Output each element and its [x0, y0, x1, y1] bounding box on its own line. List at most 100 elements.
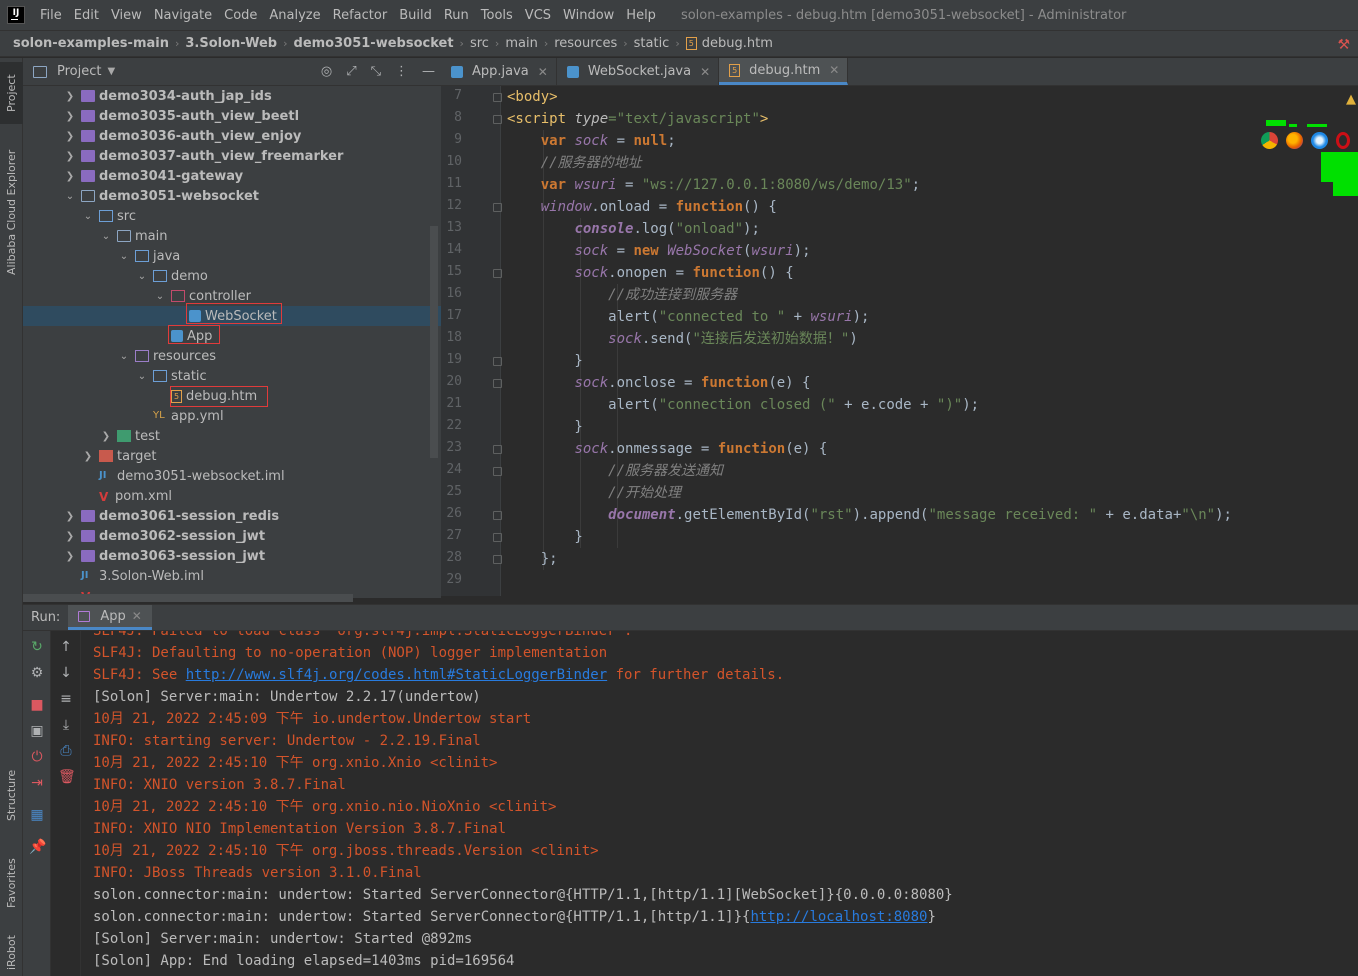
breadcrumb-item[interactable]: resources — [554, 36, 617, 51]
chevron-right-icon[interactable]: ❯ — [81, 451, 95, 462]
tree-node[interactable]: ⌄ main — [23, 226, 441, 246]
menu-file[interactable]: File — [35, 8, 67, 23]
console-link[interactable]: http://www.slf4j.org/codes.html#StaticLo… — [186, 667, 607, 683]
chevron-right-icon[interactable]: ❯ — [63, 131, 77, 142]
tab-websocket-java[interactable]: WebSocket.java ✕ — [557, 58, 720, 85]
tree-node[interactable]: ⌄ demo3051-websocket — [23, 186, 441, 206]
tool-tab-structure[interactable]: Structure — [0, 758, 23, 832]
close-icon[interactable]: ✕ — [132, 609, 142, 623]
fold-marker-icon[interactable] — [493, 533, 502, 542]
chevron-down-icon[interactable]: ⌄ — [117, 251, 131, 262]
breadcrumb-item[interactable]: demo3051-websocket — [294, 36, 454, 51]
warning-icon[interactable]: ▲ — [1346, 92, 1356, 107]
chevron-right-icon[interactable]: ❯ — [63, 531, 77, 542]
menu-run[interactable]: Run — [439, 8, 474, 23]
fold-marker-icon[interactable] — [493, 269, 502, 278]
tree-node[interactable]: Vpom.xml — [23, 486, 441, 506]
tool-tab-project[interactable]: Project — [0, 62, 23, 124]
fold-marker-icon[interactable] — [493, 555, 502, 564]
settings-gear-icon[interactable]: ⚙ — [29, 665, 45, 681]
fold-marker-icon[interactable] — [493, 511, 502, 520]
chevron-down-icon[interactable]: ⌄ — [135, 371, 149, 382]
tree-node[interactable]: ❯ demo3037-auth_view_freemarker — [23, 146, 441, 166]
print-icon[interactable]: ⎙ — [58, 743, 74, 759]
breadcrumb-item[interactable]: debug.htm — [702, 36, 773, 51]
pin-icon[interactable]: 📌 — [29, 839, 46, 855]
stop-icon[interactable]: ■ — [29, 697, 45, 713]
tree-node[interactable]: ❯ demo3061-session_redis — [23, 506, 441, 526]
chevron-right-icon[interactable]: ❯ — [63, 151, 77, 162]
chevron-right-icon[interactable]: ❯ — [63, 91, 77, 102]
breadcrumb-item[interactable]: main — [505, 36, 537, 51]
tab-debug-htm[interactable]: 5 debug.htm ✕ — [719, 58, 849, 85]
menu-analyze[interactable]: Analyze — [264, 8, 325, 23]
chevron-down-icon[interactable]: ⌄ — [117, 351, 131, 362]
tool-tab-favorites[interactable]: Favorites — [0, 846, 23, 920]
arrow-down-icon[interactable]: ↓ — [58, 665, 74, 681]
chevron-right-icon[interactable]: ❯ — [63, 551, 77, 562]
fold-marker-icon[interactable] — [493, 115, 502, 124]
fold-marker-icon[interactable] — [493, 93, 502, 102]
menu-help[interactable]: Help — [621, 8, 661, 23]
tree-node[interactable]: ❯ target — [23, 446, 441, 466]
fold-marker-icon[interactable] — [493, 445, 502, 454]
fold-marker-icon[interactable] — [493, 467, 502, 476]
chrome-icon[interactable] — [1261, 132, 1278, 149]
chevron-right-icon[interactable]: ❯ — [99, 431, 113, 442]
tree-node[interactable]: JI 3.Solon-Web.iml — [23, 566, 441, 586]
breadcrumb-item[interactable]: src — [470, 36, 489, 51]
tree-node[interactable]: ❯ demo3062-session_jwt — [23, 526, 441, 546]
locate-icon[interactable]: ◎ — [321, 64, 332, 79]
breadcrumb-item[interactable]: 3.Solon-Web — [185, 36, 277, 51]
layout-icon[interactable]: ▦ — [29, 807, 45, 823]
tree-node[interactable]: ⌄ static — [23, 366, 441, 386]
camera-icon[interactable]: ▣ — [29, 723, 45, 739]
menu-tools[interactable]: Tools — [476, 8, 518, 23]
menu-window[interactable]: Window — [558, 8, 619, 23]
project-tree-hscrollbar[interactable] — [23, 594, 353, 602]
menu-edit[interactable]: Edit — [69, 8, 104, 23]
run-tab-app[interactable]: App ✕ — [68, 605, 152, 630]
expand-all-icon[interactable]: ⤢ — [346, 64, 356, 79]
tool-tab-irobot[interactable]: iRobot — [0, 930, 23, 976]
firefox-icon[interactable] — [1286, 132, 1303, 149]
tree-node[interactable]: YL app.yml — [23, 406, 441, 426]
fold-marker-icon[interactable] — [493, 357, 502, 366]
tree-node[interactable]: ⌄ java — [23, 246, 441, 266]
breadcrumb-item[interactable]: solon-examples-main — [13, 36, 169, 51]
menu-navigate[interactable]: Navigate — [149, 8, 217, 23]
opera-icon[interactable] — [1336, 132, 1350, 149]
chevron-down-icon[interactable]: ⌄ — [135, 271, 149, 282]
close-icon[interactable]: ✕ — [829, 63, 839, 77]
arrow-up-icon[interactable]: ↑ — [58, 639, 74, 655]
menu-view[interactable]: View — [106, 8, 147, 23]
project-view-selector[interactable]: Project ▼ — [33, 64, 115, 79]
tree-node[interactable]: ⌄ demo — [23, 266, 441, 286]
menu-build[interactable]: Build — [394, 8, 437, 23]
tree-node[interactable]: ❯ test — [23, 426, 441, 446]
project-tree-scrollbar[interactable] — [430, 226, 438, 458]
rerun-icon[interactable]: ↻ — [29, 639, 45, 655]
fold-marker-icon[interactable] — [493, 379, 502, 388]
run-console[interactable]: SLF4J: Failed to load class "org.slf4j.i… — [81, 631, 1358, 976]
scroll-to-end-icon[interactable]: ⤓ — [58, 717, 74, 733]
chevron-down-icon[interactable]: ⌄ — [153, 291, 167, 302]
tree-node[interactable]: JI demo3051-websocket.iml — [23, 466, 441, 486]
collapse-all-icon[interactable]: ⤡ — [371, 64, 381, 79]
chevron-right-icon[interactable]: ❯ — [63, 111, 77, 122]
breadcrumb-item[interactable]: static — [634, 36, 670, 51]
close-icon[interactable]: ✕ — [700, 65, 710, 79]
menu-code[interactable]: Code — [219, 8, 262, 23]
build-hammer-icon[interactable]: ⚒ — [1337, 37, 1350, 53]
tree-node[interactable]: ❯ demo3034-auth_jap_ids — [23, 86, 441, 106]
exit-icon[interactable]: ⇥ — [29, 775, 45, 791]
console-link[interactable]: http://localhost:8080 — [750, 909, 927, 925]
more-options-icon[interactable]: ⋮ — [395, 64, 408, 79]
soft-wrap-icon[interactable]: ≡ — [58, 691, 74, 707]
chevron-right-icon[interactable]: ❯ — [63, 171, 77, 182]
chevron-down-icon[interactable]: ⌄ — [99, 231, 113, 242]
code-editor[interactable]: 7 8 9 10 11 12 13 14 15 16 17 18 19 20 2… — [441, 86, 1358, 596]
plug-icon[interactable]: ⏻ — [29, 749, 45, 765]
close-icon[interactable]: ✕ — [538, 65, 548, 79]
tree-node[interactable]: ❯ demo3041-gateway — [23, 166, 441, 186]
